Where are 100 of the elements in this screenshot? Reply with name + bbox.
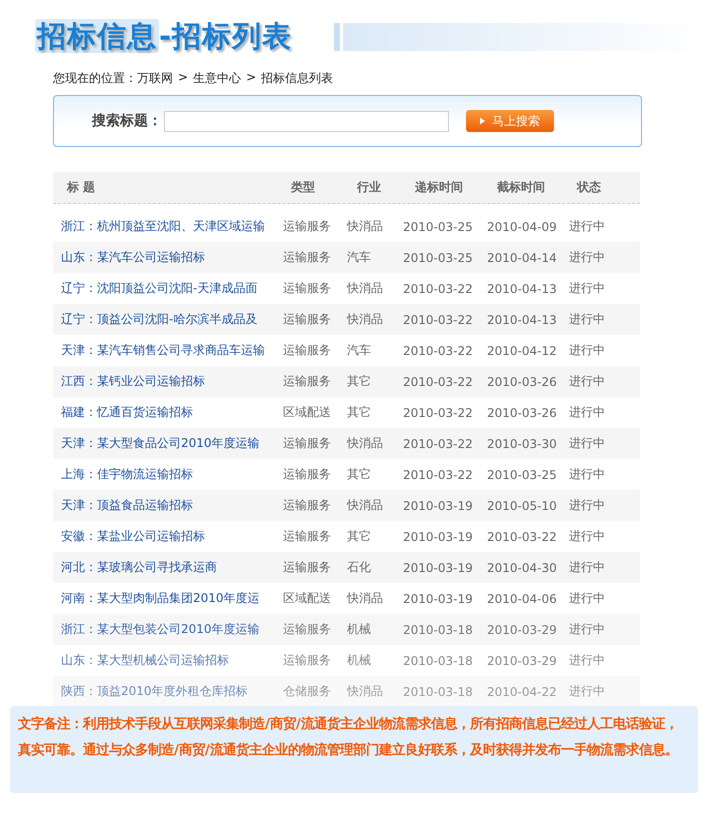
table-cell-text: 2010-03-25 (487, 468, 558, 482)
table-cell-text: 进行中 (569, 528, 606, 545)
table-cell-text: 仓储服务 (283, 683, 332, 700)
table-cell-text: 进行中 (569, 683, 606, 700)
title-link[interactable]: 安徽：某盐业公司运输招标 (53, 528, 283, 545)
table-cell-text: 2010-03-22 (487, 530, 558, 544)
table-cell-text: 进行中 (569, 652, 606, 669)
table-cell-text: 2010-03-22 (403, 374, 474, 388)
column-header: 截标时间 (496, 179, 546, 196)
table-cell-text: 进行中 (569, 497, 606, 514)
title-link[interactable]: 天津：顶益食品运输招标 (53, 497, 283, 514)
search-field[interactable] (164, 110, 449, 132)
table-cell-text: 运输服务 (283, 466, 332, 483)
table-cell-text: 2010-03-22 (403, 406, 474, 420)
table-cell-text: 2010-03-26 (487, 406, 558, 420)
table-cell-text: 2010-03-19 (403, 530, 474, 544)
table-cell-text: 进行中 (569, 311, 606, 328)
column-header: 类型 (290, 179, 316, 196)
table-cell-text: 2010-03-19 (403, 498, 474, 512)
title-link[interactable]: 辽宁：顶益公司沈阳-哈尔滨半成品及 (53, 311, 283, 328)
table-cell-text: 运输服务 (283, 218, 332, 235)
table-cell-text: 快消品 (347, 497, 384, 514)
table-cell-text: 快消品 (347, 435, 384, 452)
table-cell-text: 2010-04-30 (487, 560, 558, 574)
breadcrumb-link[interactable]: 招标信息列表 (261, 70, 334, 87)
breadcrumb-link[interactable]: 生意中心 (193, 70, 242, 87)
table-cell-text: 2010-04-14 (487, 250, 558, 264)
table-cell-text: 其它 (347, 528, 372, 545)
table-cell-text: 2010-03-22 (403, 344, 474, 358)
play-icon (480, 117, 485, 125)
table-cell-text: 2010-03-22 (403, 312, 474, 326)
table-cell-text: 运输服务 (283, 652, 332, 669)
table-cell-text: 运输服务 (283, 342, 332, 359)
table-cell-text: 快消品 (347, 218, 384, 235)
title-link[interactable]: 福建：忆通百货运输招标 (53, 404, 283, 421)
table-cell-text: 2010-03-26 (487, 374, 558, 388)
title-link[interactable]: 天津：某大型食品公司2010年度运输 (53, 435, 283, 452)
title-link[interactable]: 天津：某汽车销售公司寻求商品车运输 (53, 342, 283, 359)
table-cell-text: 区域配送 (283, 404, 332, 421)
table-cell-text: 2010-03-19 (403, 560, 474, 574)
table-cell-text: 机械 (347, 621, 372, 638)
title-link[interactable]: 江西：某钙业公司运输招标 (53, 373, 283, 390)
breadcrumb-link[interactable]: 万联网 (137, 70, 173, 87)
table-cell-text: 2010-04-12 (487, 344, 558, 358)
table-cell-text: 运输服务 (283, 280, 332, 297)
table-cell-text: 区域配送 (283, 590, 332, 607)
column-header: 行业 (356, 179, 382, 196)
table-cell-text: 2010-03-19 (403, 592, 474, 606)
table-cell-text: 机械 (347, 652, 372, 669)
title-link[interactable]: 山东：某汽车公司运输招标 (53, 249, 283, 266)
table-cell-text: 2010-03-18 (403, 654, 474, 668)
table-cell-text: 2010-04-09 (487, 220, 558, 234)
column-header: 状态 (576, 179, 602, 196)
table-cell-text: 2010-03-25 (403, 250, 474, 264)
table-cell-text: 2010-03-29 (487, 654, 558, 668)
title-link[interactable]: 浙江：某大型包装公司2010年度运输 (53, 621, 283, 638)
table-cell-text: 运输服务 (283, 311, 332, 328)
table-cell-text: 2010-05-10 (487, 498, 558, 512)
breadcrumb-label: 您现在的位置： (53, 70, 137, 87)
table-cell-text: 其它 (347, 404, 372, 421)
search-label: 搜索标题： (92, 112, 162, 130)
table-cell-text: 2010-03-18 (403, 684, 474, 698)
table-cell-text: 进行中 (569, 466, 606, 483)
title-link[interactable]: 河北：某玻璃公司寻找承运商 (53, 559, 283, 576)
table-cell-text: 运输服务 (283, 528, 332, 545)
title-link[interactable]: 辽宁：沈阳顶益公司沈阳-天津成品面 (53, 280, 283, 297)
title-link[interactable]: 上海：佳宇物流运输招标 (53, 466, 283, 483)
table-cell-text: 进行中 (569, 249, 606, 266)
table-cell-text: 2010-04-22 (487, 684, 558, 698)
column-header: 递标时间 (414, 179, 464, 196)
title-link[interactable]: 浙江：杭州顶益至沈阳、天津区域运输 (53, 218, 283, 235)
table-cell-text: 2010-04-13 (487, 312, 558, 326)
table-cell-text: 快消品 (347, 590, 384, 607)
table-cell-text: 进行中 (569, 621, 606, 638)
table-cell-text: 汽车 (347, 249, 372, 266)
table-cell-text: 运输服务 (283, 497, 332, 514)
table-cell-text: 快消品 (347, 311, 384, 328)
table-cell-text: 其它 (347, 373, 372, 390)
table-cell-text: 2010-03-22 (403, 468, 474, 482)
breadcrumb-separator: > (178, 70, 188, 86)
table-cell-text: 进行中 (569, 280, 606, 297)
table-cell-text: 汽车 (347, 342, 372, 359)
table-cell-text: 运输服务 (283, 373, 332, 390)
breadcrumb-separator: > (246, 70, 256, 86)
table-cell-text: 2010-03-18 (403, 622, 474, 636)
note-text: 文字备注：利用技术手段从互联网采集制造/商贸/流通货主企业物流需求信息，所有招商信息已经过人工电话验证，真实可靠。通过与众多制造/商贸/流通货主企业的物流管理部门建立良好联系，及时获得并发布一手物流需求信息。 (18, 715, 679, 760)
table-cell-text: 2010-04-13 (487, 282, 558, 296)
table-cell-text: 运输服务 (283, 435, 332, 452)
title-link[interactable]: 山东：某大型机械公司运输招标 (53, 652, 283, 669)
table-cell-text: 进行中 (569, 435, 606, 452)
table-cell-text: 进行中 (569, 342, 606, 359)
table-cell-text: 2010-03-29 (487, 622, 558, 636)
table-cell-text: 进行中 (569, 218, 606, 235)
table-cell-text: 石化 (347, 559, 372, 576)
table-cell-text: 进行中 (569, 590, 606, 607)
table-cell-text: 进行中 (569, 404, 606, 421)
title-link[interactable]: 河南：某大型肉制品集团2010年度运 (53, 590, 283, 607)
page-title: 招标信息-招标列表 (35, 18, 292, 55)
column-header: 标 题 (66, 179, 96, 196)
table-cell-text: 2010-03-22 (403, 436, 474, 450)
